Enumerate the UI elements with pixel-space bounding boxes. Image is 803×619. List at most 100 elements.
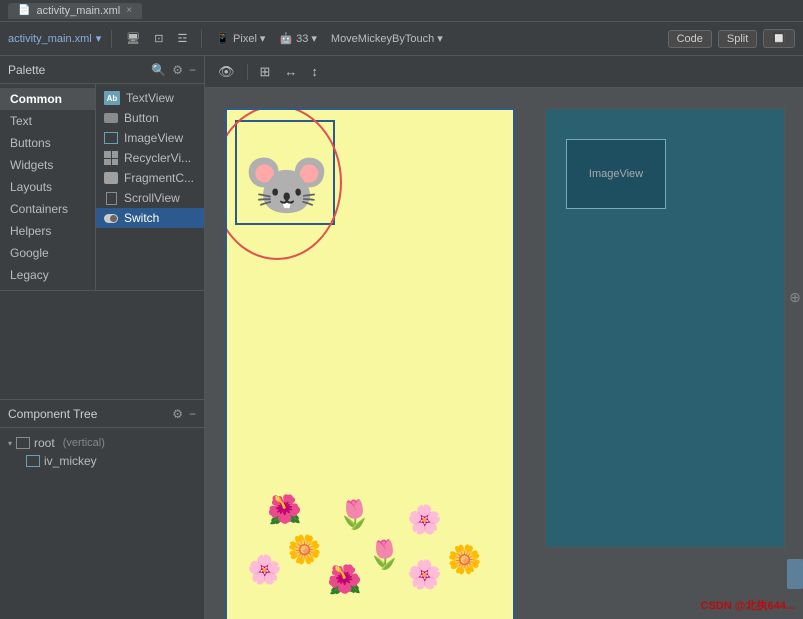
iv-mickey-label: iv_mickey: [44, 454, 97, 468]
palette-collapse-btn[interactable]: −: [189, 63, 196, 77]
device-label: Pixel: [233, 33, 257, 45]
fragmentc-icon: [104, 171, 118, 185]
root-arrow: ▾: [8, 439, 12, 448]
preview-imageview-placeholder: ImageView: [566, 139, 666, 209]
file-tab[interactable]: 📄 activity_main.xml ×: [8, 3, 142, 19]
component-scrollview[interactable]: ScrollView: [96, 188, 204, 208]
design-phone-frame: 🐭 🌸 🌼 🌺 🌷 🌸 🌼 🌺 🌷 🌸: [225, 108, 515, 619]
app-dropdown: ▾: [437, 32, 443, 45]
tree-header: Component Tree ⚙ −: [0, 400, 204, 428]
root-layout-icon: [16, 437, 30, 449]
button-icon: [104, 111, 118, 125]
palette-search-btn[interactable]: 🔍: [151, 63, 166, 77]
eye-btn[interactable]: 👁: [213, 62, 240, 82]
file-name-display: activity_main.xml ▾: [8, 32, 101, 45]
tab-label: activity_main.xml: [36, 5, 120, 17]
tree-settings-btn[interactable]: ⚙: [172, 407, 183, 421]
separator-2: [201, 30, 202, 48]
root-label: root: [34, 436, 55, 450]
api-selector[interactable]: 🤖 33 ▾: [275, 30, 320, 47]
canvas-toolbar: 👁 ⊞ ↔ ↕: [205, 56, 803, 88]
canvas-content: ⊕ 🐭 🌸 🌼 🌺 🌷 🌸 🌼: [205, 88, 803, 619]
device-dropdown: ▾: [260, 32, 266, 45]
v-arrows-btn[interactable]: ↕: [306, 62, 323, 81]
category-helpers[interactable]: Helpers: [0, 220, 95, 242]
palette-title: Palette: [8, 63, 145, 77]
design-surface-btn[interactable]: 🖥: [122, 30, 144, 47]
imageview-icon: [104, 132, 118, 144]
recyclerview-icon: [104, 151, 118, 165]
api-icon: 🤖: [279, 32, 293, 45]
api-label: 33: [296, 33, 308, 45]
api-dropdown: ▾: [311, 32, 317, 45]
component-button[interactable]: Button: [96, 108, 204, 128]
component-imageview[interactable]: ImageView: [96, 128, 204, 148]
scrollview-icon: [104, 191, 118, 205]
component-recyclerview[interactable]: RecyclerVi...: [96, 148, 204, 168]
palette-section: Palette 🔍 ⚙ − Common Text Buttons Widget…: [0, 56, 204, 399]
tree-title: Component Tree: [8, 407, 166, 421]
textview-icon: Ab: [104, 91, 120, 105]
main-toolbar: activity_main.xml ▾ 🖥 ⊡ ☲ 📱 Pixel ▾ 🤖 33…: [0, 22, 803, 56]
switch-label: Switch: [124, 211, 159, 225]
category-legacy[interactable]: Legacy: [0, 264, 95, 286]
category-common[interactable]: Common: [0, 88, 95, 110]
device-selector[interactable]: 📱 Pixel ▾: [212, 30, 269, 47]
imageview-label: ImageView: [124, 131, 183, 145]
code-btn[interactable]: Code: [668, 30, 712, 48]
palette-categories: Common Text Buttons Widgets Layouts Cont…: [0, 84, 204, 291]
component-switch[interactable]: Switch: [96, 208, 204, 228]
palette-settings-btn[interactable]: ⚙: [172, 63, 183, 77]
watermark: CSDN @北执644...: [701, 597, 795, 613]
category-list: Common Text Buttons Widgets Layouts Cont…: [0, 84, 96, 290]
preview-phone-frame: ImageView: [545, 108, 785, 548]
category-text[interactable]: Text: [0, 110, 95, 132]
category-containers[interactable]: Containers: [0, 198, 95, 220]
device-icon: 📱: [216, 32, 230, 45]
flowers-decoration: 🌸 🌼 🌺 🌷 🌸 🌼 🌺 🌷 🌸: [227, 466, 513, 619]
palette-header: Palette 🔍 ⚙ −: [0, 56, 204, 84]
component-textview[interactable]: Ab TextView: [96, 88, 204, 108]
recyclerview-label: RecyclerVi...: [124, 151, 191, 165]
file-dropdown-icon[interactable]: ▾: [96, 32, 102, 45]
file-name-label: activity_main.xml: [8, 33, 92, 45]
app-selector[interactable]: MoveMickeyByTouch ▾: [327, 30, 447, 47]
canvas-sep-1: [247, 64, 248, 80]
textview-label: TextView: [126, 91, 174, 105]
component-tree-section: Component Tree ⚙ − ▾ root (vertical) iv_…: [0, 399, 204, 619]
component-fragmentc[interactable]: FragmentC...: [96, 168, 204, 188]
main-layout: Palette 🔍 ⚙ − Common Text Buttons Widget…: [0, 56, 803, 619]
blueprint-btn[interactable]: ⊡: [150, 30, 167, 47]
grid-btn[interactable]: ⊞: [255, 62, 276, 82]
orientaton-btn[interactable]: ☲: [173, 30, 191, 47]
design-btn[interactable]: 🔲: [763, 29, 795, 48]
root-detail: (vertical): [63, 437, 105, 449]
canvas-area: 👁 ⊞ ↔ ↕ ⊕ 🐭: [205, 56, 803, 619]
xml-icon: 📄: [18, 5, 30, 16]
left-panel: Palette 🔍 ⚙ − Common Text Buttons Widget…: [0, 56, 205, 619]
preview-imageview-label: ImageView: [589, 168, 643, 180]
split-btn[interactable]: Split: [718, 30, 757, 48]
tree-collapse-btn[interactable]: −: [189, 407, 196, 421]
tree-item-iv-mickey[interactable]: iv_mickey: [22, 452, 200, 470]
title-bar: 📄 activity_main.xml ×: [0, 0, 803, 22]
h-arrows-btn[interactable]: ↔: [279, 62, 302, 81]
switch-icon: [104, 211, 118, 225]
scrollview-label: ScrollView: [124, 191, 180, 205]
category-layouts[interactable]: Layouts: [0, 176, 95, 198]
image-icon: [26, 455, 40, 467]
app-label: MoveMickeyByTouch: [331, 33, 434, 45]
button-label: Button: [124, 111, 159, 125]
fragmentc-label: FragmentC...: [124, 171, 194, 185]
components-list: Ab TextView Button ImageView: [96, 84, 204, 290]
category-widgets[interactable]: Widgets: [0, 154, 95, 176]
separator-1: [111, 30, 112, 48]
scroll-handle[interactable]: [787, 559, 803, 589]
category-google[interactable]: Google: [0, 242, 95, 264]
tree-content: ▾ root (vertical) iv_mickey: [0, 428, 204, 476]
tab-close-btn[interactable]: ×: [126, 5, 132, 16]
toolbar-right-actions: Code Split 🔲: [668, 29, 795, 48]
category-buttons[interactable]: Buttons: [0, 132, 95, 154]
tree-item-root[interactable]: ▾ root (vertical): [4, 434, 200, 452]
far-right-anchor-pin: ⊕: [789, 288, 801, 306]
